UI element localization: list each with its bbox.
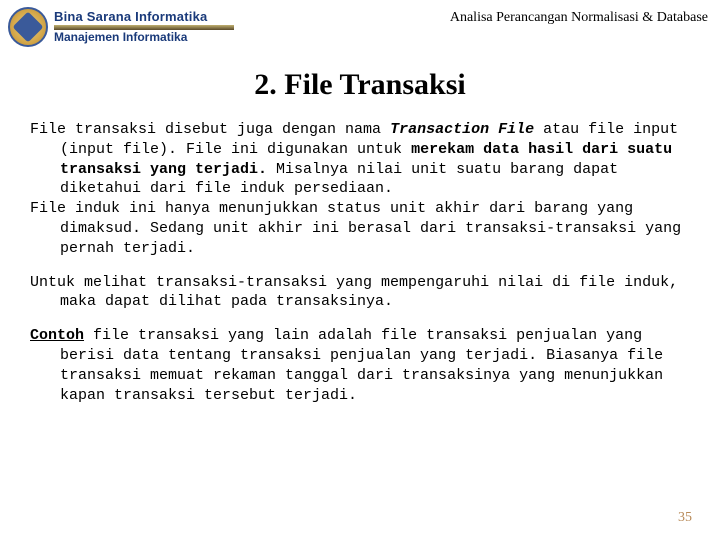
- label-contoh: Contoh: [30, 327, 84, 344]
- brand-name-bottom: Manajemen Informatika: [54, 31, 234, 44]
- paragraph-4: Contoh file transaksi yang lain adalah f…: [30, 326, 690, 405]
- page-number: 35: [678, 510, 692, 526]
- section-heading: 2. File Transaksi: [0, 68, 720, 102]
- text: File transaksi disebut juga dengan nama: [30, 121, 390, 138]
- header: Bina Sarana Informatika Manajemen Inform…: [0, 0, 720, 50]
- paragraph-3: Untuk melihat transaksi-transaksi yang m…: [30, 273, 690, 313]
- paragraph-2: File induk ini hanya menunjukkan status …: [30, 199, 690, 258]
- paragraph-1: File transaksi disebut juga dengan nama …: [30, 120, 690, 199]
- text: file transaksi yang lain adalah file tra…: [60, 327, 663, 403]
- brand-block: Bina Sarana Informatika Manajemen Inform…: [54, 10, 234, 44]
- brand-name-top: Bina Sarana Informatika: [54, 10, 234, 24]
- document-title: Analisa Perancangan Normalisasi & Databa…: [450, 10, 708, 26]
- term-transaction-file: Transaction File: [390, 121, 534, 138]
- content-body: File transaksi disebut juga dengan nama …: [0, 120, 720, 405]
- institution-logo-icon: [8, 7, 48, 47]
